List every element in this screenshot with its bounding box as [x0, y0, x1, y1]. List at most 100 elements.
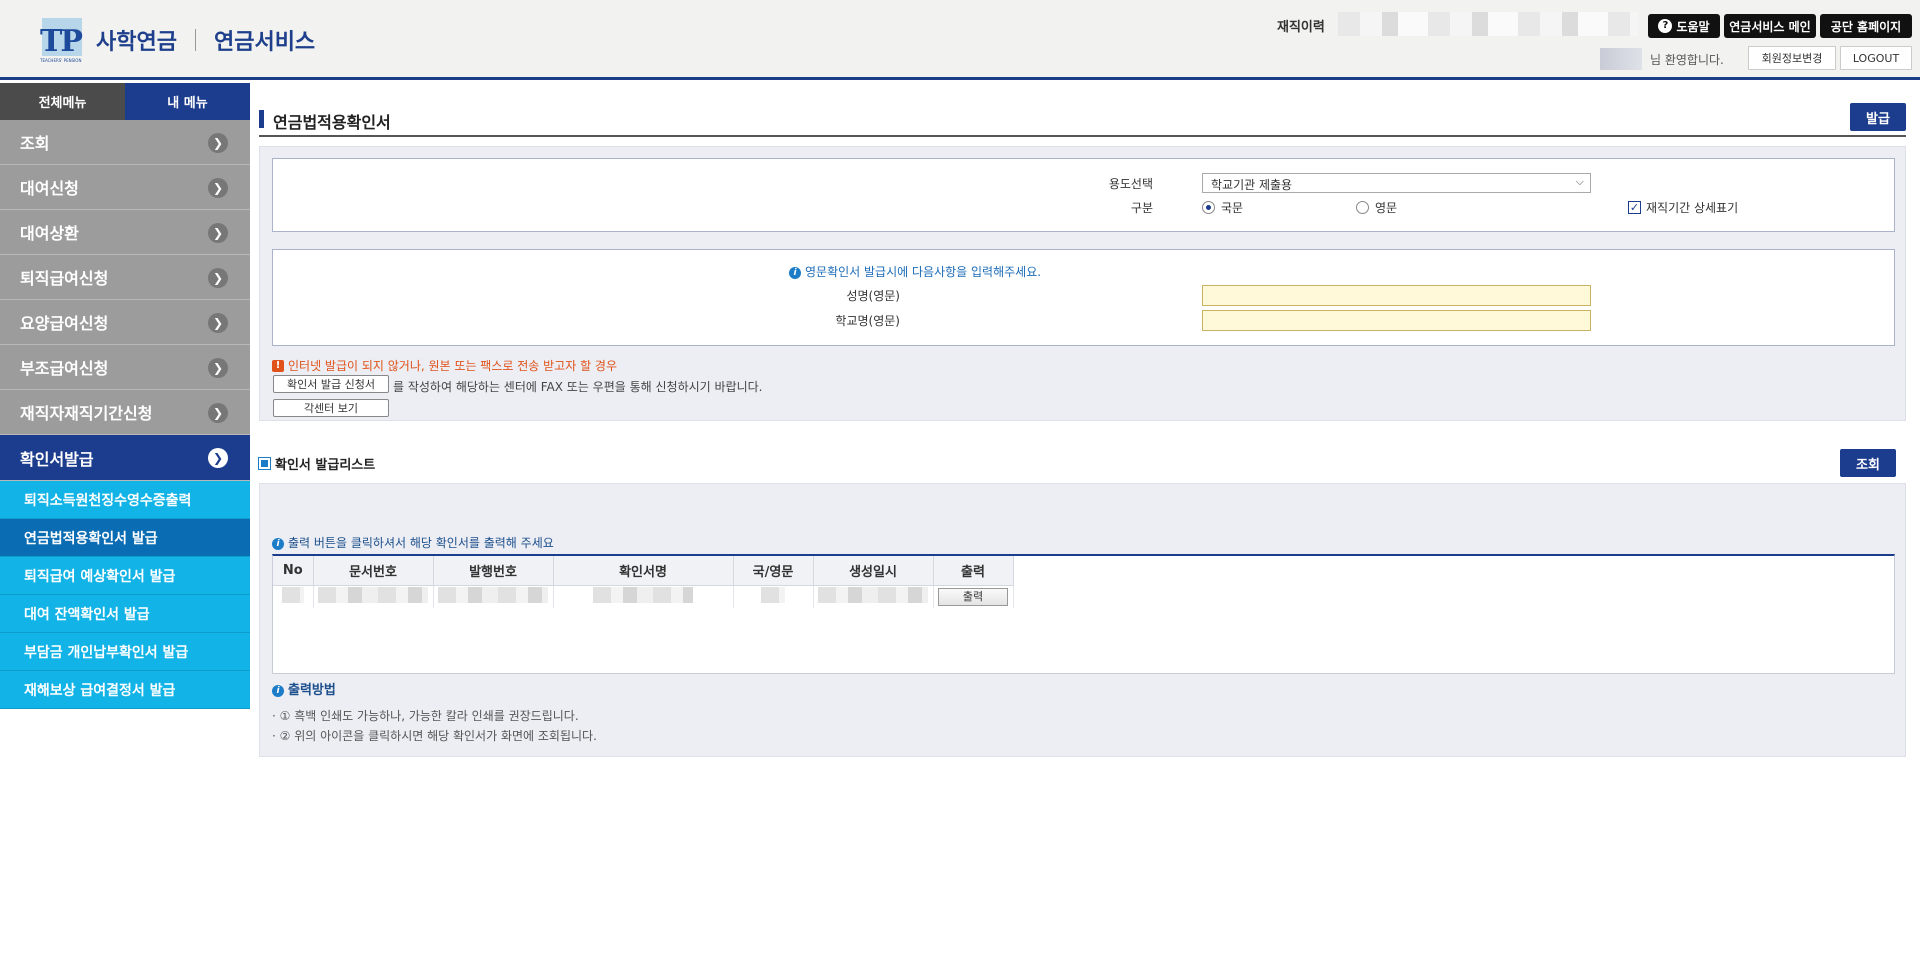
welcome-text: 님 환영합니다.: [1650, 53, 1724, 67]
sidebar-item-retirement-benefit[interactable]: 퇴직급여신청 ❯: [0, 255, 250, 300]
help-button[interactable]: ? 도움말: [1648, 14, 1720, 38]
english-notice-text: 영문확인서 발급시에 다음사항을 입력해주세요.: [805, 265, 1042, 279]
info-icon: i: [272, 537, 284, 550]
table-row: 출력: [273, 585, 1014, 608]
sidebar-item-loan-apply[interactable]: 대여신청 ❯: [0, 165, 250, 210]
issue-table: No 문서번호 발행번호 확인서명 국/영문 생성일시 출력 출력: [273, 556, 1014, 608]
submenu-withholding-receipt[interactable]: 퇴직소득원천징수영수증출력: [0, 481, 250, 519]
issue-list-area: i 출력 버튼을 클릭하셔서 해당 확인서를 출력해 주세요 No 문서번호 발행…: [259, 483, 1906, 757]
chevron-down-icon: ❯: [208, 448, 228, 468]
name-english-input[interactable]: [1202, 285, 1591, 306]
sidebar-item-certificate-issue[interactable]: 확인서발급 ❯: [0, 435, 250, 481]
search-button[interactable]: 조회: [1840, 449, 1896, 477]
radio-english-label: 영문: [1375, 201, 1398, 215]
logo-mark-icon: TP TEACHERS' PENSION: [40, 18, 86, 63]
issue-button[interactable]: 발급: [1850, 103, 1906, 131]
col-certificate-name: 확인서명: [553, 556, 734, 586]
chevron-right-icon: ❯: [208, 223, 228, 243]
warning-notice: ! 인터넷 발급이 되지 않거나, 원본 또는 팩스로 전송 받고자 할 경우: [272, 357, 617, 374]
submenu-pension-law-certificate[interactable]: 연금법적용확인서 발급: [0, 519, 250, 557]
cell-issue-number: [433, 585, 554, 608]
sidebar-item-label: 조회: [20, 134, 50, 153]
submenu-loan-balance[interactable]: 대여 잔액확인서 발급: [0, 595, 250, 633]
logout-button[interactable]: LOGOUT: [1840, 46, 1912, 70]
career-history-label: 재직이력: [1277, 20, 1325, 35]
sidebar-item-label: 요양급여신청: [20, 314, 109, 333]
page-title-bar: 연금법적용확인서 발급: [259, 103, 1906, 137]
print-notice: i 출력 버튼을 클릭하셔서 해당 확인서를 출력해 주세요: [272, 534, 554, 551]
submenu-retirement-estimate[interactable]: 퇴직급여 예상확인서 발급: [0, 557, 250, 595]
col-print: 출력: [933, 556, 1014, 586]
radio-korean-label: 국문: [1221, 201, 1244, 215]
logo-divider: [194, 29, 196, 51]
question-icon: ?: [1658, 19, 1673, 33]
chevron-right-icon: ❯: [208, 178, 228, 198]
english-notice: i 영문확인서 발급시에 다음사항을 입력해주세요.: [789, 263, 1041, 280]
print-method-title: i 출력방법: [272, 679, 336, 698]
sidebar-item-medical-benefit[interactable]: 요양급여신청 ❯: [0, 300, 250, 345]
col-language: 국/영문: [733, 556, 814, 586]
print-method-title-text: 출력방법: [288, 683, 336, 698]
warning-icon: !: [272, 359, 284, 372]
sidebar-item-loan-repay[interactable]: 대여상환 ❯: [0, 210, 250, 255]
apply-description: 를 작성하여 해당하는 센터에 FAX 또는 우편을 통해 신청하시기 바랍니다…: [393, 380, 763, 394]
purpose-box: 용도선택 학교기관 제출용 ⌵ 구분 국문 영문 ✓ 재직기간 상세표기: [272, 158, 1895, 232]
english-info-box: i 영문확인서 발급시에 다음사항을 입력해주세요. 성명(영문) 학교명(영문): [272, 249, 1895, 346]
issue-table-box: No 문서번호 발행번호 확인서명 국/영문 생성일시 출력 출력: [272, 554, 1895, 674]
agency-homepage-button[interactable]: 공단 홈페이지: [1820, 14, 1912, 38]
view-centers-button[interactable]: 각센터 보기: [273, 399, 389, 417]
sidebar-item-label: 재직자재직기간신청: [20, 404, 153, 423]
purpose-label: 용도선택: [1108, 177, 1153, 191]
type-label: 구분: [1130, 201, 1153, 215]
tab-my-menu[interactable]: 내 메뉴: [125, 83, 250, 120]
cell-language: [733, 585, 814, 608]
cell-no: [273, 585, 314, 608]
chevron-down-icon: ⌵: [1575, 175, 1584, 188]
page-title: 연금법적용확인서: [273, 113, 391, 132]
school-english-input[interactable]: [1202, 310, 1591, 331]
sidebar-item-label: 대여신청: [20, 179, 79, 198]
pension-service-main-button[interactable]: 연금서비스 메인: [1724, 14, 1816, 38]
sidebar-item-inquiry[interactable]: 조회 ❯: [0, 120, 250, 165]
header: TP TEACHERS' PENSION 사학연금 연금서비스 재직이력 ? 도…: [0, 0, 1920, 80]
col-issue-number: 발행번호: [433, 556, 554, 586]
submenu-contribution-payment[interactable]: 부담금 개인납부확인서 발급: [0, 633, 250, 671]
col-created-at: 생성일시: [813, 556, 934, 586]
radio-english[interactable]: 영문: [1356, 199, 1397, 216]
member-info-change-button[interactable]: 회원정보변경: [1748, 46, 1836, 70]
info-icon: i: [272, 684, 284, 697]
help-label: 도움말: [1676, 19, 1710, 34]
certificate-form: 용도선택 학교기관 제출용 ⌵ 구분 국문 영문 ✓ 재직기간 상세표기 i 영문…: [259, 146, 1906, 421]
checkbox-checked-icon: ✓: [1628, 201, 1641, 214]
chevron-right-icon: ❯: [208, 358, 228, 378]
career-history-blurred: [1338, 12, 1638, 36]
submenu-disaster-compensation[interactable]: 재해보상 급여결정서 발급: [0, 671, 250, 709]
detail-period-checkbox[interactable]: ✓ 재직기간 상세표기: [1628, 199, 1738, 216]
sidebar: 전체메뉴 내 메뉴 조회 ❯ 대여신청 ❯ 대여상환 ❯ 퇴직급여신청 ❯ 요양급여신청…: [0, 83, 250, 709]
radio-selected-icon: [1202, 201, 1215, 214]
print-method-line: · ② 위의 아이콘을 클릭하시면 해당 확인서가 화면에 조회됩니다.: [272, 729, 597, 743]
logo-text: 사학연금: [96, 30, 177, 55]
name-english-label: 성명(영문): [846, 289, 900, 303]
apply-form-button[interactable]: 확인서 발급 신청서: [273, 375, 389, 393]
detail-period-label: 재직기간 상세표기: [1646, 201, 1739, 215]
print-button[interactable]: 출력: [938, 587, 1008, 606]
list-title-wrap: 확인서 발급리스트: [258, 454, 376, 473]
chevron-right-icon: ❯: [208, 403, 228, 423]
sidebar-item-label: 확인서발급: [20, 449, 94, 469]
cell-certificate-name: [553, 585, 734, 608]
sidebar-item-employment-period[interactable]: 재직자재직기간신청 ❯: [0, 390, 250, 435]
warning-text: 인터넷 발급이 되지 않거나, 원본 또는 팩스로 전송 받고자 할 경우: [288, 359, 618, 373]
chevron-right-icon: ❯: [208, 268, 228, 288]
logo[interactable]: TP TEACHERS' PENSION 사학연금 연금서비스: [40, 18, 315, 63]
service-title[interactable]: 연금서비스: [214, 24, 315, 56]
tab-all-menu[interactable]: 전체메뉴: [0, 83, 125, 120]
cell-created-at: [813, 585, 934, 608]
sidebar-item-aid-benefit[interactable]: 부조급여신청 ❯: [0, 345, 250, 390]
radio-korean[interactable]: 국문: [1202, 199, 1243, 216]
purpose-select[interactable]: 학교기관 제출용 ⌵: [1202, 173, 1591, 193]
list-title: 확인서 발급리스트: [275, 458, 376, 473]
user-name-blurred: [1600, 48, 1642, 70]
print-notice-text: 출력 버튼을 클릭하셔서 해당 확인서를 출력해 주세요: [288, 536, 554, 550]
radio-unselected-icon: [1356, 201, 1369, 214]
